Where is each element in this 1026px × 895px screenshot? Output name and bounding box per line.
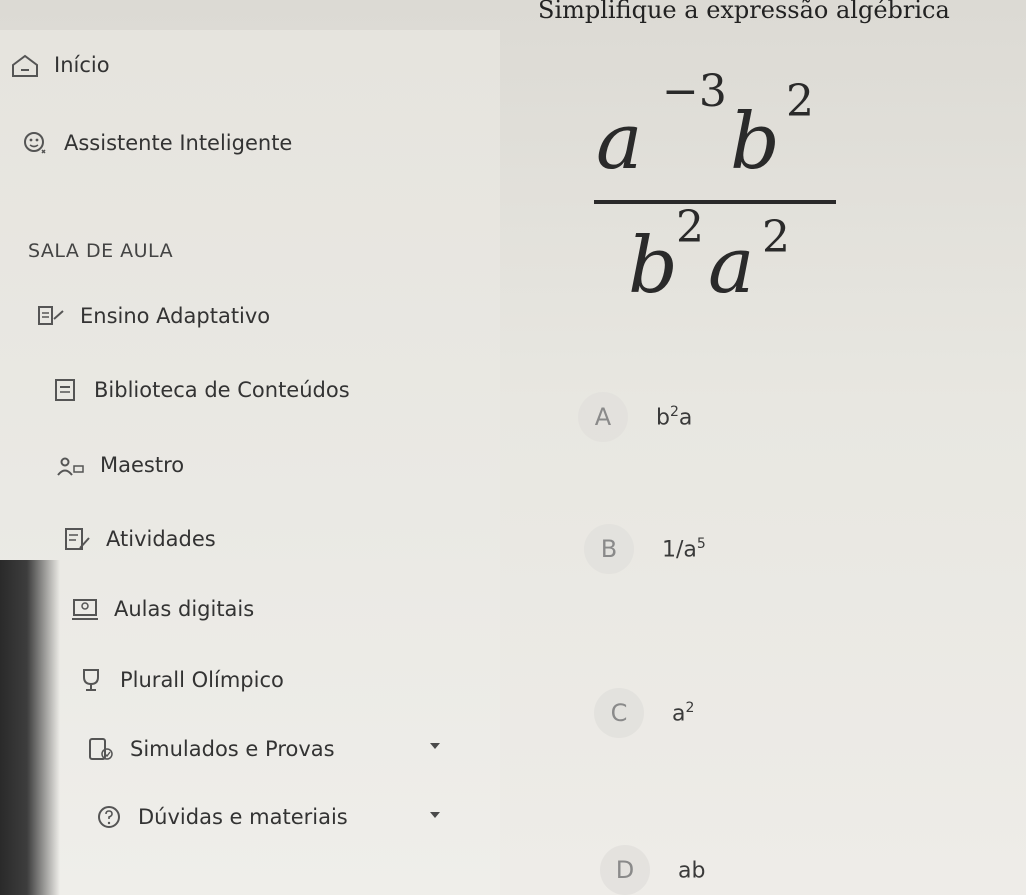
- sidebar-item-assistente[interactable]: Assistente Inteligente: [20, 130, 292, 156]
- option-text: 1/a5: [662, 535, 706, 563]
- sidebar-item-label: Biblioteca de Conteúdos: [94, 378, 350, 402]
- maestro-icon: [56, 452, 86, 478]
- option-letter: B: [584, 524, 634, 574]
- sidebar-item-duvidas[interactable]: Dúvidas e materiais: [94, 804, 348, 830]
- section-label-sala-de-aula: SALA DE AULA: [28, 240, 174, 262]
- denominator-base-1: b: [628, 221, 678, 310]
- sidebar-item-atividades[interactable]: Atividades: [62, 526, 216, 552]
- option-c[interactable]: C a2: [594, 688, 694, 738]
- sidebar-item-label: Dúvidas e materiais: [138, 805, 348, 829]
- option-b[interactable]: B 1/a5: [584, 524, 706, 574]
- denominator-exponent-2: 2: [762, 212, 790, 263]
- sidebar-item-maestro[interactable]: Maestro: [56, 452, 184, 478]
- sidebar-item-simulados[interactable]: Simulados e Provas: [86, 736, 335, 762]
- help-icon: [94, 804, 124, 830]
- option-letter: A: [578, 392, 628, 442]
- numerator-exponent-1: −3: [662, 70, 727, 117]
- option-letter: C: [594, 688, 644, 738]
- library-icon: [50, 377, 80, 403]
- sidebar-item-plurall-olimpico[interactable]: Plurall Olímpico: [76, 667, 284, 693]
- sidebar: Início Assistente Inteligente SALA DE AU…: [0, 30, 500, 895]
- sidebar-item-biblioteca[interactable]: Biblioteca de Conteúdos: [50, 377, 350, 403]
- adaptive-learning-icon: [36, 303, 66, 329]
- home-icon: [10, 52, 40, 78]
- sidebar-item-label: Atividades: [106, 527, 216, 551]
- algebraic-expression: a −3 b 2 b 2 a 2: [590, 66, 840, 311]
- option-text: ab: [678, 858, 706, 884]
- sidebar-item-label: Maestro: [100, 453, 185, 477]
- option-a[interactable]: A b2a: [578, 392, 692, 442]
- sidebar-item-inicio[interactable]: Início: [10, 52, 110, 78]
- sidebar-item-aulas-digitais[interactable]: Aulas digitais: [70, 596, 254, 622]
- sidebar-item-label: Ensino Adaptativo: [80, 304, 271, 328]
- trophy-icon: [76, 667, 106, 693]
- sidebar-item-label: Aulas digitais: [114, 597, 255, 621]
- activities-icon: [62, 526, 92, 552]
- digital-class-icon: [70, 596, 100, 622]
- question-title: Simplifique a expressão algébrica: [538, 0, 950, 24]
- numerator-base-1: a: [596, 97, 643, 187]
- assistant-icon: [20, 130, 50, 156]
- option-text: a2: [672, 699, 695, 727]
- option-text: b2a: [656, 403, 693, 431]
- denominator-exponent-1: 2: [676, 202, 704, 253]
- numerator-exponent-2: 2: [786, 76, 814, 127]
- exam-icon: [86, 736, 116, 762]
- sidebar-item-label: Simulados e Provas: [130, 737, 335, 761]
- denominator-base-2: a: [708, 221, 755, 310]
- sidebar-item-label: Início: [54, 53, 110, 77]
- numerator-base-2: b: [730, 97, 780, 187]
- sidebar-item-label: Assistente Inteligente: [64, 131, 293, 155]
- option-d[interactable]: D ab: [600, 845, 705, 895]
- duvidas-dropdown-caret[interactable]: [430, 812, 440, 818]
- sidebar-item-ensino-adaptativo[interactable]: Ensino Adaptativo: [36, 303, 270, 329]
- simulados-dropdown-caret[interactable]: [430, 743, 440, 749]
- sidebar-dark-edge: [0, 560, 60, 895]
- sidebar-item-label: Plurall Olímpico: [120, 668, 284, 692]
- option-letter: D: [600, 845, 650, 895]
